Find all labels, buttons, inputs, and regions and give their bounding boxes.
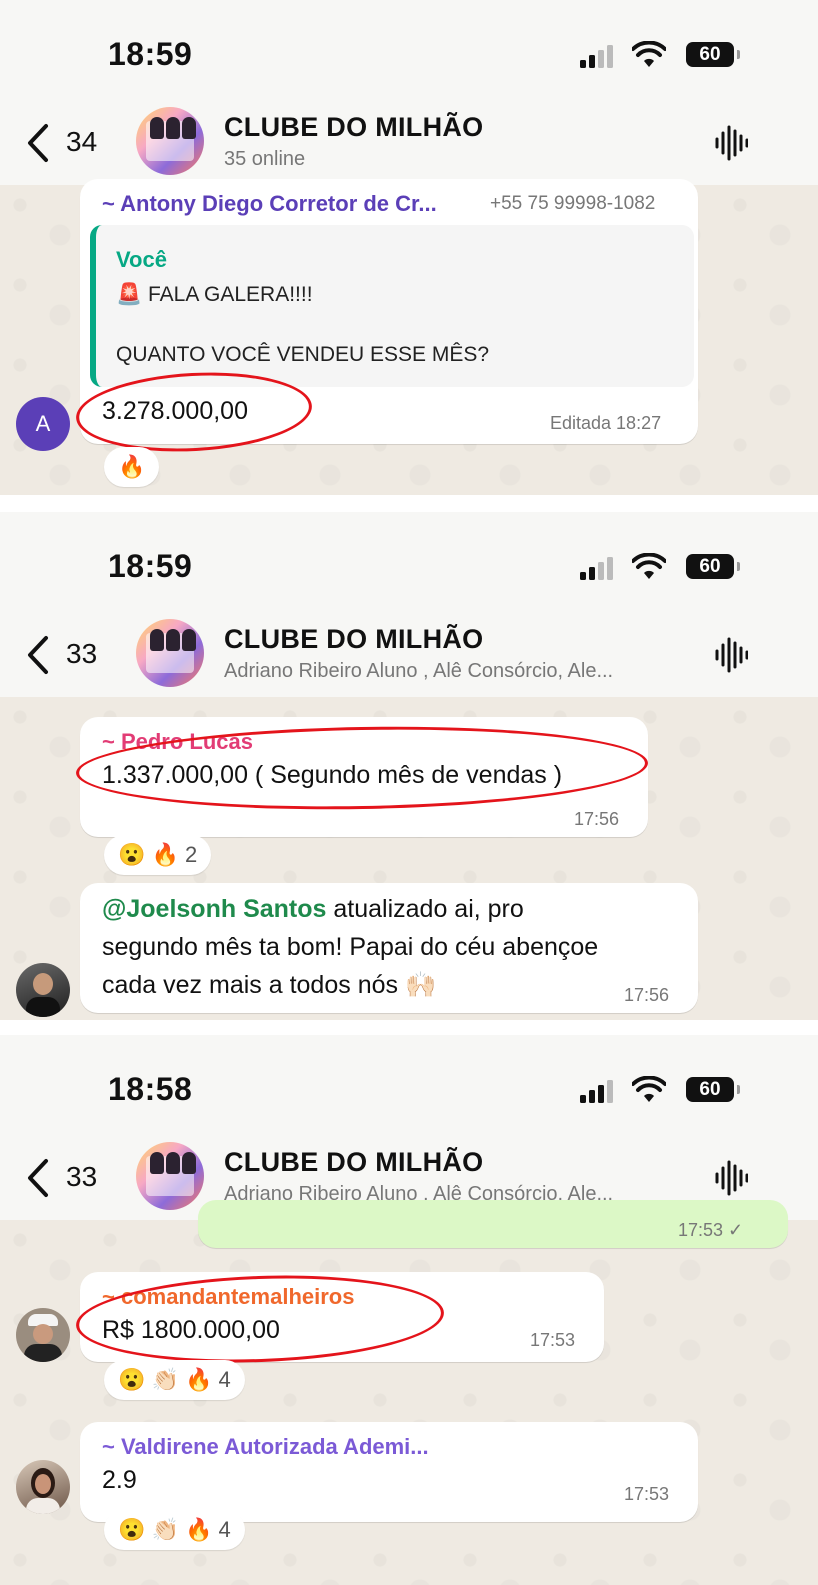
status-bar: 18:59 60 [0,0,818,110]
screenshot-panel-2: 18:59 60 33 CLUBE DO MILHÃO Adriano Ribe… [0,512,818,1020]
group-avatar[interactable] [136,107,204,175]
message-bubble[interactable]: ~ Valdirene Autorizada Ademi... 2.9 17:5… [80,1422,698,1522]
avatar[interactable] [16,963,70,1017]
message-line-3: cada vez mais a todos nós 🙌🏻 [102,971,437,999]
chat-area: ~ Pedro Lucas 1.337.000,00 ( Segundo mês… [0,697,818,1020]
message-bubble[interactable]: ~ comandantemalheiros R$ 1800.000,00 17:… [80,1272,604,1362]
screenshot-panel-3: 18:58 60 33 CLUBE DO MILHÃO Adriano Ribe… [0,1035,818,1585]
reactions[interactable]: 😮 👏🏻 🔥 4 [104,1360,245,1400]
voice-chat-icon[interactable] [714,1159,748,1197]
message-line-2: segundo mês ta bom! Papai do céu abençoe [102,933,599,961]
message-text: 3.278.000,00 [102,397,248,425]
chat-area: 17:53 ✓ ~ comandantemalheiros R$ 1800.00… [0,1200,818,1585]
wifi-icon [632,553,666,579]
unread-count[interactable]: 34 [66,126,97,158]
status-time: 18:58 [108,1071,193,1107]
wifi-icon [632,1076,666,1102]
chat-title[interactable]: CLUBE DO MILHÃO [224,624,483,655]
battery-nub [737,562,740,571]
back-chevron-icon[interactable] [26,1158,50,1198]
battery-icon: 60 [686,1077,734,1102]
status-bar: 18:58 60 [0,1035,818,1145]
screenshot-panel-1: 18:59 60 34 CLUBE DO MILHÃO 35 online ~ … [0,0,818,495]
unread-count[interactable]: 33 [66,1161,97,1193]
quote-line-1: 🚨 FALA GALERA!!!! [116,283,313,306]
avatar[interactable] [16,1308,70,1362]
message-text: R$ 1800.000,00 [102,1316,280,1344]
message-text: atualizado ai, pro [326,895,524,923]
reactions[interactable]: 🔥 [104,447,160,487]
status-time: 18:59 [108,548,193,584]
avatar[interactable] [16,1460,70,1514]
voice-chat-icon[interactable] [714,124,748,162]
outgoing-message-bubble[interactable]: 17:53 ✓ [198,1200,788,1248]
reactions[interactable]: 😮 👏🏻 🔥 4 [104,1510,245,1550]
voice-chat-icon[interactable] [714,636,748,674]
message-text: 1.337.000,00 ( Segundo mês de vendas ) [102,761,563,789]
message-time: 17:53 [530,1330,576,1350]
message-line-1: @Joelsonh Santos atualizado ai, pro [102,895,524,924]
chat-title[interactable]: CLUBE DO MILHÃO [224,112,483,143]
sender-phone: +55 75 99998-1082 [490,193,656,214]
chat-header: 33 CLUBE DO MILHÃO Adriano Ribeiro Aluno… [0,612,818,698]
quote-line-2: QUANTO VOCÊ VENDEU ESSE MÊS? [116,343,490,366]
group-avatar[interactable] [136,619,204,687]
chat-subtitle: 35 online [224,148,306,170]
chat-header: 34 CLUBE DO MILHÃO 35 online [0,100,818,186]
chat-title[interactable]: CLUBE DO MILHÃO [224,1147,483,1178]
back-chevron-icon[interactable] [26,123,50,163]
sender-name[interactable]: ~ comandantemalheiros [102,1284,354,1310]
avatar[interactable]: A [16,397,70,451]
back-chevron-icon[interactable] [26,635,50,675]
message-bubble[interactable]: @Joelsonh Santos atualizado ai, pro segu… [80,883,698,1013]
panel-divider [0,495,818,513]
signal-icon [580,556,616,580]
chat-subtitle: Adriano Ribeiro Aluno , Alê Consórcio, A… [224,660,614,682]
battery-icon: 60 [686,42,734,67]
quote-author: Você [116,247,167,272]
signal-icon [580,1079,616,1103]
battery-nub [737,50,740,59]
mention-link[interactable]: @Joelsonh Santos [102,895,326,923]
reactions[interactable]: 😮 🔥 2 [104,835,212,875]
message-time: 17:56 [624,985,670,1005]
message-time: 17:53 ✓ [678,1220,744,1240]
sender-name[interactable]: ~ Pedro Lucas [102,729,253,755]
status-bar: 18:59 60 [0,512,818,622]
quoted-message[interactable]: Você 🚨 FALA GALERA!!!! QUANTO VOCÊ VENDE… [90,225,694,387]
status-time: 18:59 [108,36,193,72]
avatar-letter: A [35,411,51,436]
message-bubble[interactable]: ~ Antony Diego Corretor de Cr... +55 75 … [80,179,698,444]
message-bubble[interactable]: ~ Pedro Lucas 1.337.000,00 ( Segundo mês… [80,717,648,837]
message-time: 17:56 [574,809,620,829]
message-text: 2.9 [102,1466,137,1494]
unread-count[interactable]: 33 [66,638,97,670]
group-avatar[interactable] [136,1142,204,1210]
message-meta: Editada 18:27 [550,413,662,433]
battery-icon: 60 [686,554,734,579]
sender-name[interactable]: ~ Antony Diego Corretor de Cr... [102,191,437,217]
chat-area: ~ Antony Diego Corretor de Cr... +55 75 … [0,179,818,495]
message-time: 17:53 [624,1484,670,1504]
signal-icon [580,44,616,68]
wifi-icon [632,41,666,67]
sender-name[interactable]: ~ Valdirene Autorizada Ademi... [102,1434,429,1460]
battery-nub [737,1085,740,1094]
